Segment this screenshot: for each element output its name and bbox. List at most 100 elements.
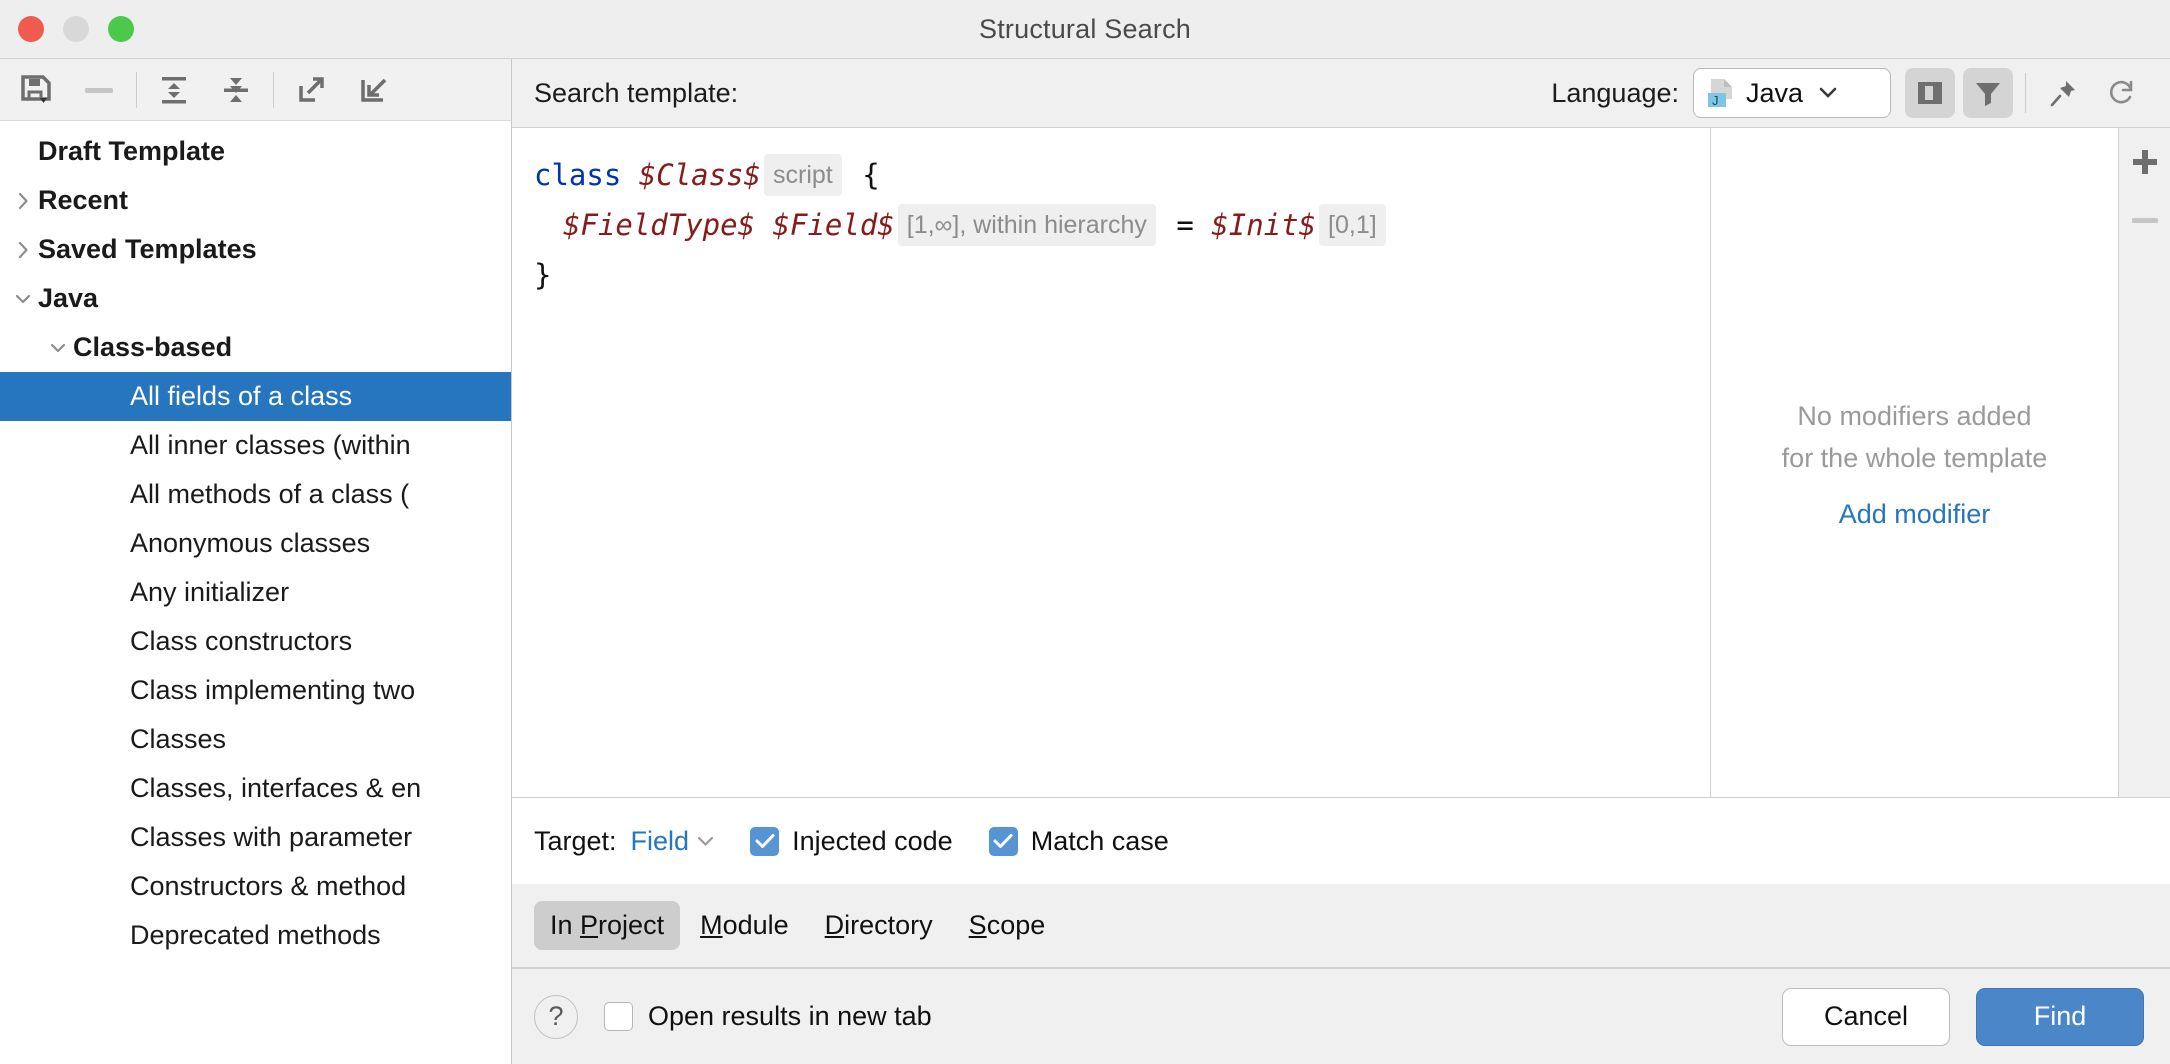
tree-item-classes-with-parameter[interactable]: Classes with parameter bbox=[0, 813, 511, 862]
checkbox-box bbox=[750, 827, 779, 856]
pin-icon bbox=[2048, 78, 2078, 108]
tree-item-draft-template[interactable]: Draft Template bbox=[0, 127, 511, 176]
tree-expander[interactable] bbox=[8, 289, 38, 309]
mnemonic-letter: D bbox=[825, 910, 845, 940]
match-case-checkbox[interactable]: Match case bbox=[989, 826, 1169, 857]
mnemonic-letter: P bbox=[580, 910, 598, 940]
constraint-badge[interactable]: [0,1] bbox=[1319, 204, 1386, 246]
export-icon bbox=[295, 74, 327, 106]
tree-item-label: Recent bbox=[38, 185, 128, 216]
minimize-window-button[interactable] bbox=[63, 16, 89, 42]
template-editor[interactable]: class $Class$script {$FieldType$ $Field$… bbox=[512, 128, 1710, 797]
tree-item-label: All inner classes (within bbox=[130, 430, 411, 461]
target-value: Field bbox=[631, 826, 690, 857]
scope-tab-in-project[interactable]: In Project bbox=[534, 901, 680, 950]
tree-item-constructors-method[interactable]: Constructors & method bbox=[0, 862, 511, 911]
target-dropdown[interactable]: Field bbox=[631, 826, 715, 857]
remove-modifier-button[interactable] bbox=[2125, 200, 2165, 240]
tree-item-deprecated-methods[interactable]: Deprecated methods bbox=[0, 911, 511, 960]
check-icon bbox=[755, 833, 775, 849]
modifiers-panel: No modifiers added for the whole templat… bbox=[1710, 128, 2118, 797]
language-value: Java bbox=[1746, 78, 1803, 109]
injected-code-checkbox[interactable]: Injected code bbox=[750, 826, 953, 857]
collapse-all-icon bbox=[220, 74, 252, 106]
tree-item-label: Classes bbox=[130, 724, 226, 755]
minus-icon bbox=[2130, 215, 2160, 225]
import-icon bbox=[357, 74, 389, 106]
toggle-filter-panel-button[interactable] bbox=[1963, 68, 2013, 118]
tree-expander[interactable] bbox=[8, 240, 38, 260]
tree-item-label: Anonymous classes bbox=[130, 528, 370, 559]
template-variable: $Class$ bbox=[639, 150, 761, 200]
scope-tab-directory[interactable]: Directory bbox=[809, 901, 949, 950]
chevron-down-icon bbox=[697, 836, 714, 847]
maximize-window-button[interactable] bbox=[108, 16, 134, 42]
collapse-all-button[interactable] bbox=[205, 62, 267, 118]
footer-actions: Cancel Find bbox=[1782, 988, 2144, 1046]
refresh-button[interactable] bbox=[2096, 68, 2146, 118]
tree-item-any-initializer[interactable]: Any initializer bbox=[0, 568, 511, 617]
find-button[interactable]: Find bbox=[1976, 988, 2144, 1046]
open-results-in-new-tab-label: Open results in new tab bbox=[648, 1001, 932, 1032]
template-variable: $Field$ bbox=[773, 200, 895, 250]
language-dropdown[interactable]: J Java bbox=[1693, 68, 1891, 118]
code-line: $FieldType$ $Field$[1,∞], within hierarc… bbox=[534, 200, 1710, 250]
code-token bbox=[755, 200, 772, 250]
tree-item-classes[interactable]: Classes bbox=[0, 715, 511, 764]
expand-all-button[interactable] bbox=[143, 62, 205, 118]
tree-item-saved-templates[interactable]: Saved Templates bbox=[0, 225, 511, 274]
tree-item-recent[interactable]: Recent bbox=[0, 176, 511, 225]
constraint-badge[interactable]: script bbox=[764, 154, 842, 196]
template-variable: $Init$ bbox=[1211, 200, 1316, 250]
help-button[interactable]: ? bbox=[534, 995, 578, 1039]
panel-right-icon bbox=[1915, 78, 1945, 108]
scope-tab-scope[interactable]: Scope bbox=[953, 901, 1062, 950]
remove-template-button[interactable] bbox=[68, 62, 130, 118]
code-token: class bbox=[534, 150, 621, 200]
tree-item-label: Any initializer bbox=[130, 577, 289, 608]
modifiers-empty-line-1: No modifiers added bbox=[1797, 395, 2031, 437]
language-label: Language: bbox=[1551, 78, 1679, 109]
close-window-button[interactable] bbox=[18, 16, 44, 42]
target-label: Target: bbox=[534, 826, 617, 857]
checkbox-label: Injected code bbox=[792, 826, 953, 857]
tree-item-label: Class constructors bbox=[130, 626, 352, 657]
tree-item-all-inner-classes-within[interactable]: All inner classes (within bbox=[0, 421, 511, 470]
tree-item-classes-interfaces-en[interactable]: Classes, interfaces & en bbox=[0, 764, 511, 813]
tree-item-class-constructors[interactable]: Class constructors bbox=[0, 617, 511, 666]
tree-item-all-methods-of-a-class[interactable]: All methods of a class ( bbox=[0, 470, 511, 519]
import-button[interactable] bbox=[342, 62, 404, 118]
checkbox-box bbox=[604, 1002, 633, 1031]
tree-item-label: Saved Templates bbox=[38, 234, 257, 265]
save-template-button[interactable] bbox=[6, 62, 68, 118]
scope-tab-module[interactable]: Module bbox=[684, 901, 805, 950]
window-title: Structural Search bbox=[0, 14, 2170, 45]
svg-text:J: J bbox=[1712, 93, 1719, 108]
cancel-button[interactable]: Cancel bbox=[1782, 988, 1950, 1046]
search-template-header: Search template: Language: J Java bbox=[512, 59, 2170, 127]
tree-item-class-based[interactable]: Class-based bbox=[0, 323, 511, 372]
tree-item-class-implementing-two[interactable]: Class implementing two bbox=[0, 666, 511, 715]
toggle-modifiers-panel-button[interactable] bbox=[1905, 68, 1955, 118]
tree-item-anonymous-classes[interactable]: Anonymous classes bbox=[0, 519, 511, 568]
tree-expander[interactable] bbox=[8, 191, 38, 211]
tree-expander[interactable] bbox=[43, 338, 73, 358]
templates-tree[interactable]: Draft TemplateRecentSaved TemplatesJavaC… bbox=[0, 121, 511, 1064]
header-divider bbox=[2025, 73, 2026, 113]
code-line: class $Class$script { bbox=[534, 150, 1710, 200]
tree-item-all-fields-of-a-class[interactable]: All fields of a class bbox=[0, 372, 511, 421]
mnemonic-letter: M bbox=[700, 910, 723, 940]
save-icon bbox=[20, 73, 54, 107]
add-modifier-button[interactable] bbox=[2125, 142, 2165, 182]
export-button[interactable] bbox=[280, 62, 342, 118]
template-code[interactable]: class $Class$script {$FieldType$ $Field$… bbox=[534, 150, 1710, 300]
title-bar: Structural Search bbox=[0, 0, 2170, 58]
constraint-badge[interactable]: [1,∞], within hierarchy bbox=[898, 204, 1156, 246]
modifiers-sidebar bbox=[2118, 128, 2170, 797]
tree-item-label: All fields of a class bbox=[130, 381, 352, 412]
add-modifier-link[interactable]: Add modifier bbox=[1839, 499, 1991, 530]
open-results-in-new-tab-checkbox[interactable]: Open results in new tab bbox=[604, 1001, 932, 1032]
pin-dialog-button[interactable] bbox=[2038, 68, 2088, 118]
tree-item-java[interactable]: Java bbox=[0, 274, 511, 323]
chevron-right-icon bbox=[13, 191, 33, 211]
